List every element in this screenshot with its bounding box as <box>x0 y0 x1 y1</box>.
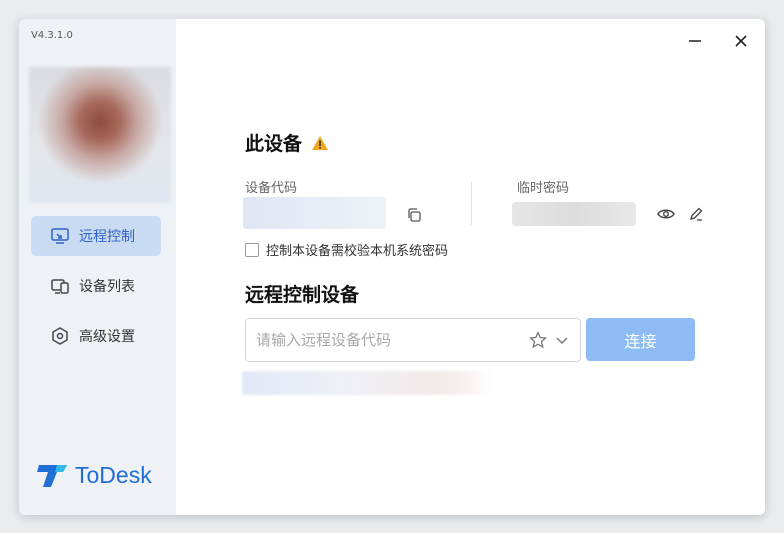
remote-code-input-box[interactable] <box>245 318 581 362</box>
edit-icon <box>690 207 703 221</box>
version-label: V4.3.1.0 <box>31 30 73 41</box>
temp-password-value <box>512 202 636 226</box>
eye-icon <box>657 209 675 219</box>
todesk-window: V4.3.1.0 远程控制 设备列表 高级设置 ToDesk 此设备 设备代码 … <box>19 19 765 515</box>
sidebar-item-label: 高级设置 <box>79 329 135 345</box>
copy-button[interactable] <box>404 205 424 225</box>
close-button[interactable] <box>727 27 755 55</box>
logo-icon <box>37 465 67 487</box>
verify-password-option[interactable]: 控制本设备需校验本机系统密码 <box>245 240 448 259</box>
this-device-title-text: 此设备 <box>245 133 303 155</box>
history-dropdown-button[interactable] <box>552 330 572 350</box>
sidebar: V4.3.1.0 远程控制 设备列表 高级设置 ToDesk <box>19 19 176 515</box>
show-password-button[interactable] <box>656 204 676 224</box>
warning-icon <box>311 136 328 150</box>
edit-password-button[interactable] <box>686 204 706 224</box>
favorite-button[interactable] <box>528 330 548 350</box>
minimize-icon <box>689 40 701 42</box>
chevron-down-icon <box>556 337 568 345</box>
device-list-icon <box>49 275 71 297</box>
settings-icon <box>49 325 71 347</box>
main-panel: 此设备 设备代码 临时密码 控制本设备需校验本机系统密码 远程控制设备 请输入远… <box>176 19 765 515</box>
sidebar-item-label: 设备列表 <box>79 279 135 295</box>
remote-code-input[interactable] <box>254 319 518 361</box>
recent-connection-item <box>242 371 492 395</box>
avatar <box>29 67 171 203</box>
verify-password-checkbox[interactable] <box>245 242 259 257</box>
sidebar-item-label: 远程控制 <box>79 229 135 245</box>
this-device-title: 此设备 <box>245 129 329 156</box>
temp-password-label: 临时密码 <box>517 181 570 196</box>
star-icon <box>529 331 547 349</box>
divider <box>471 181 472 225</box>
remote-control-icon <box>49 225 71 247</box>
verify-password-label: 控制本设备需校验本机系统密码 <box>266 244 449 259</box>
close-icon <box>735 35 747 47</box>
logo-text: ToDesk <box>75 461 152 488</box>
sidebar-item-advanced-settings[interactable]: 高级设置 <box>31 316 161 356</box>
sidebar-item-device-list[interactable]: 设备列表 <box>31 266 161 306</box>
device-code-value <box>243 197 386 229</box>
device-code-label: 设备代码 <box>245 181 298 196</box>
minimize-button[interactable] <box>681 27 709 55</box>
todesk-logo: ToDesk <box>37 461 152 489</box>
copy-icon <box>408 208 421 222</box>
remote-control-title: 远程控制设备 <box>245 284 360 306</box>
sidebar-item-remote-control[interactable]: 远程控制 <box>31 216 161 256</box>
connect-button[interactable]: 连接 <box>586 318 695 361</box>
